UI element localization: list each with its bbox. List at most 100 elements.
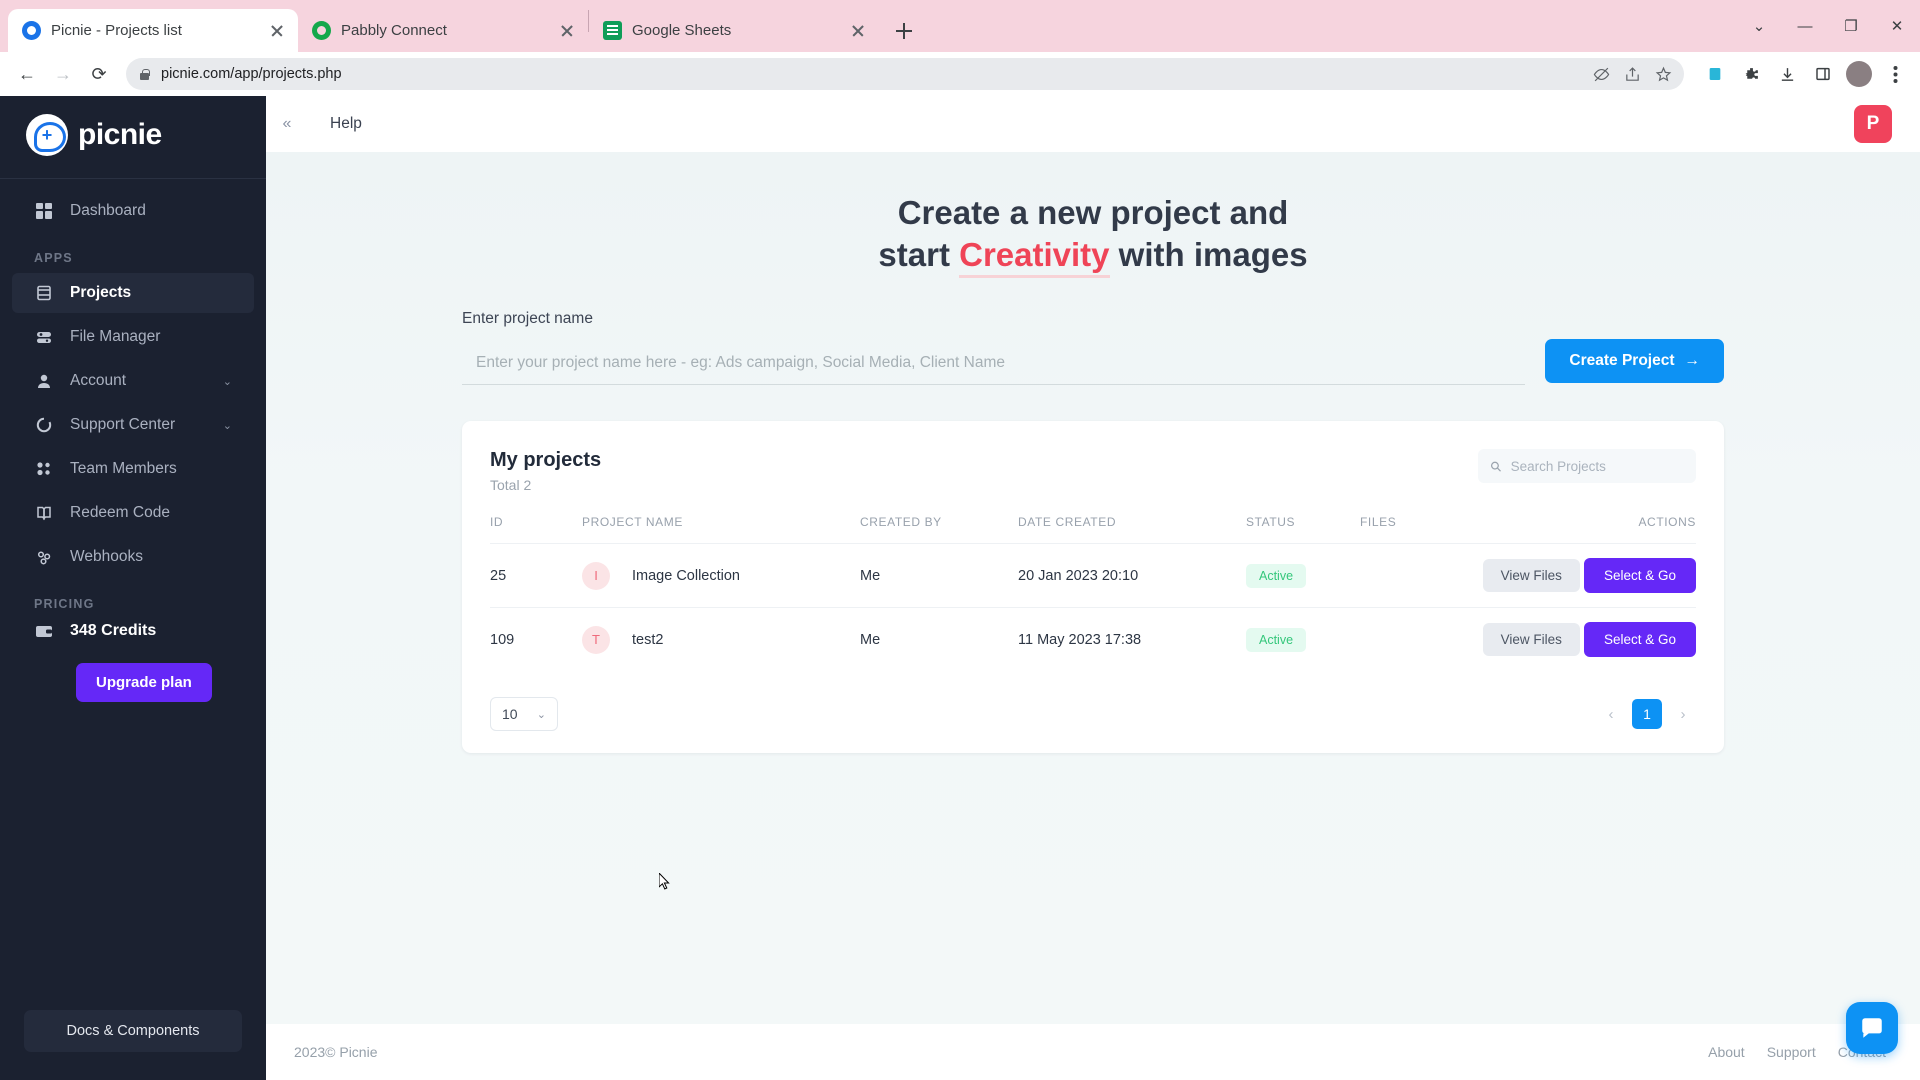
project-name-input[interactable] <box>462 346 1526 386</box>
sidebar-item-label: Dashboard <box>70 202 146 219</box>
star-icon[interactable] <box>1655 66 1672 83</box>
projects-card: My projects Total 2 ID PROJECT NAM <box>462 421 1724 754</box>
create-project-label: Create Project <box>1569 352 1675 370</box>
no-camera-icon[interactable] <box>1593 66 1610 83</box>
select-and-go-button[interactable]: Select & Go <box>1583 622 1696 658</box>
picnie-icon <box>22 21 41 40</box>
projects-total: Total 2 <box>490 477 532 494</box>
hero-line-1: Create a new project and <box>897 194 1289 231</box>
sidepanel-icon[interactable] <box>1808 59 1838 89</box>
kebab-menu-icon[interactable] <box>1880 59 1910 89</box>
cell-files <box>1360 543 1470 609</box>
back-icon[interactable]: ← <box>10 57 44 91</box>
tab-title: Pabbly Connect <box>341 22 447 39</box>
sidebar-section-apps: APPS <box>34 251 73 265</box>
table-header-row: ID PROJECT NAME CREATED BY DATE CREATED … <box>490 515 1696 545</box>
browser-tab-1[interactable]: Pabbly Connect <box>298 9 588 52</box>
footer-link-about[interactable]: About <box>1708 1044 1745 1060</box>
sidebar-item-dashboard[interactable]: Dashboard <box>12 191 254 231</box>
app-topbar: « Help P <box>266 96 1920 152</box>
avatar: I <box>582 561 610 590</box>
sidebar-item-redeem-code[interactable]: Redeem Code <box>12 493 254 533</box>
projects-icon <box>34 283 54 303</box>
puzzle-icon[interactable] <box>1736 59 1766 89</box>
search-projects-box[interactable] <box>1478 449 1696 484</box>
forward-icon[interactable]: → <box>46 57 80 91</box>
close-icon[interactable] <box>556 20 578 42</box>
help-link[interactable]: Help <box>330 115 362 133</box>
address-bar[interactable]: picnie.com/app/projects.php <box>126 58 1684 90</box>
close-icon[interactable] <box>266 20 288 42</box>
credits-indicator[interactable]: 348 Credits <box>0 617 266 645</box>
sidebar-item-file-manager[interactable]: File Manager <box>12 317 254 357</box>
column-header-status: STATUS <box>1246 515 1360 545</box>
footer-link-support[interactable]: Support <box>1767 1044 1816 1060</box>
profile-badge[interactable]: P <box>1854 105 1892 143</box>
cell-date-created: 11 May 2023 17:38 <box>1018 631 1142 648</box>
lock-icon <box>138 68 151 81</box>
sidebar-item-team-members[interactable]: Team Members <box>12 449 254 489</box>
share-icon[interactable] <box>1624 66 1641 83</box>
page-number-1[interactable]: 1 <box>1632 699 1662 730</box>
next-page-button[interactable]: › <box>1670 701 1696 727</box>
close-window-button[interactable]: ✕ <box>1874 6 1920 46</box>
close-icon[interactable] <box>847 20 869 42</box>
view-files-button[interactable]: View Files <box>1482 623 1580 657</box>
sidebar-item-support-center[interactable]: Support Center ⌄ <box>12 405 254 445</box>
sidebar-item-account[interactable]: Account ⌄ <box>12 361 254 401</box>
profile-avatar[interactable] <box>1844 59 1874 89</box>
projects-table: ID PROJECT NAME CREATED BY DATE CREATED … <box>490 515 1696 671</box>
cell-status: Active <box>1246 543 1360 609</box>
column-header-actions: ACTIONS <box>1470 515 1696 545</box>
sidebar-item-projects[interactable]: Projects <box>12 273 254 313</box>
view-files-button[interactable]: View Files <box>1482 559 1580 593</box>
cell-created-by: Me <box>860 543 1018 609</box>
browser-tab-strip: Picnie - Projects list Pabbly Connect Go… <box>0 0 1920 52</box>
chat-widget-button[interactable] <box>1846 1002 1898 1054</box>
cell-project-name: I Image Collection <box>582 543 860 609</box>
sidebar-collapse-icon[interactable]: « <box>266 115 308 133</box>
browser-tab-0[interactable]: Picnie - Projects list <box>8 9 298 52</box>
url-text: picnie.com/app/projects.php <box>161 66 342 82</box>
hero-highlight: Creativity <box>959 236 1110 279</box>
picnie-logo-icon <box>26 114 68 156</box>
rows-per-page-select[interactable]: 10 ⌄ <box>490 697 558 732</box>
prev-page-button[interactable]: ‹ <box>1598 701 1624 727</box>
tab-search-icon[interactable]: ⌄ <box>1736 6 1782 46</box>
toolbar-icons <box>1694 59 1910 89</box>
docs-components-button[interactable]: Docs & Components <box>24 1010 242 1052</box>
sidebar-item-webhooks[interactable]: Webhooks <box>12 537 254 577</box>
column-header-project-name: PROJECT NAME <box>582 515 860 545</box>
reload-icon[interactable]: ⟳ <box>82 57 116 91</box>
table-footer: 10 ⌄ ‹ 1 › <box>490 697 1696 732</box>
project-name-text[interactable]: test2 <box>632 632 663 648</box>
minimize-button[interactable]: — <box>1782 6 1828 46</box>
sidebar-item-label: Redeem Code <box>70 504 170 521</box>
browser-toolbar: ← → ⟳ picnie.com/app/projects.php <box>0 52 1920 96</box>
cell-status: Active <box>1246 608 1360 672</box>
cell-actions: View Files Select & Go <box>1470 608 1696 672</box>
status-badge: Active <box>1246 563 1307 588</box>
project-name-label: Enter project name <box>462 310 593 328</box>
sidebar-section-pricing: PRICING <box>34 597 95 611</box>
status-badge: Active <box>1246 627 1307 652</box>
maximize-button[interactable]: ❐ <box>1828 6 1874 46</box>
omnibox-icons <box>1593 66 1672 83</box>
webhook-icon <box>34 547 54 567</box>
app-logo[interactable]: picnie <box>0 96 266 174</box>
pabbly-icon <box>312 21 331 40</box>
file-manager-icon <box>34 327 54 347</box>
table-row: 109 T test2 Me 11 May 2023 17:38 Active … <box>490 608 1696 672</box>
window-controls: ⌄ — ❐ ✕ <box>1736 0 1920 52</box>
download-icon[interactable] <box>1772 59 1802 89</box>
rows-per-page-value: 10 <box>502 706 518 723</box>
browser-tab-2[interactable]: Google Sheets <box>589 9 879 52</box>
upgrade-plan-button[interactable]: Upgrade plan <box>76 663 212 702</box>
create-project-button[interactable]: Create Project → <box>1545 339 1724 384</box>
extension-blue-icon[interactable] <box>1700 59 1730 89</box>
search-input[interactable] <box>1510 458 1684 474</box>
new-tab-button[interactable] <box>887 14 921 48</box>
create-project-form: Enter project name Create Project → <box>462 310 1724 386</box>
select-and-go-button[interactable]: Select & Go <box>1583 558 1696 594</box>
project-name-text[interactable]: Image Collection <box>632 568 740 584</box>
